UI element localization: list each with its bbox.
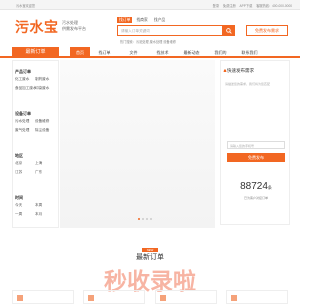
section-title: 最新订单 <box>136 254 164 261</box>
register-link[interactable]: 免费注册 <box>223 4 236 8</box>
sidebar-item[interactable]: 一周 <box>15 212 35 217</box>
sidebar-item[interactable]: 本周 <box>35 203 55 208</box>
order-cards <box>12 290 288 304</box>
search-tab-orders[interactable]: 找订单 <box>117 17 133 23</box>
category-sidebar: 产品订单 化工废水 制药废水 食品加工废水 印染废水 设备订单 污水处理 设备维修 废… <box>12 60 59 228</box>
hero-banner[interactable] <box>60 60 215 228</box>
order-card[interactable] <box>225 290 288 304</box>
sidebar-item[interactable]: 食品加工废水 <box>15 86 37 91</box>
sidebar-item[interactable]: 印染废水 <box>35 86 55 91</box>
sidebar-item[interactable]: 今天 <box>15 203 35 208</box>
welcome-text: 污水宝欢迎您 <box>16 4 36 8</box>
login-link[interactable]: 登录 <box>213 4 219 8</box>
carousel-dot[interactable] <box>138 218 140 220</box>
sidebar-section-time: 时间 今天 本周 一周 本月 <box>15 195 55 221</box>
hot-keywords: 热门搜索：污泥处理 废水处理 设备维修 <box>120 40 176 44</box>
sidebar-item[interactable]: 北京 <box>15 161 35 166</box>
search-tabs: 找订单 找商家 找产品 <box>117 17 168 23</box>
sidebar-section-region: 地区 北京 上海 江苏 广东 <box>15 153 55 179</box>
nav-home[interactable]: 首页 <box>70 47 90 58</box>
nav-find-tech[interactable]: 找技术 <box>148 47 177 58</box>
sidebar-item[interactable]: 废气处理 <box>15 128 35 133</box>
sidebar-item[interactable]: 上海 <box>35 161 55 166</box>
sidebar-item[interactable]: 制药废水 <box>35 77 55 82</box>
hotline-text: 客服热线：400-000-0000 <box>256 4 292 8</box>
order-count-label: 已为客户对接订单 <box>243 196 268 200</box>
nav-news[interactable]: 最新动态 <box>177 47 206 58</box>
carousel-dot[interactable] <box>146 218 148 220</box>
app-download-link[interactable]: APP下载 <box>240 4 253 8</box>
sidebar-section-equipment: 设备订单 污水处理 设备维修 废气处理 除尘设备 <box>15 111 55 137</box>
sidebar-section-title: 设备订单 <box>15 111 31 116</box>
sidebar-section-title: 时间 <box>15 195 23 200</box>
order-count: 88724条 <box>240 181 272 192</box>
new-tag: NEW <box>142 248 158 252</box>
sidebar-item[interactable]: 广东 <box>35 170 55 175</box>
panel-hint: 请描述您的需求，我们将为您匹配 <box>225 82 271 86</box>
top-bar: 污水宝欢迎您 登录 免费注册 APP下载 客服热线：400-000-0000 <box>0 0 300 10</box>
section-header: NEW 最新订单 <box>0 248 300 262</box>
order-card[interactable] <box>83 290 146 304</box>
publish-request-button[interactable]: 免费发布需求 <box>246 25 288 36</box>
sidebar-section-title: 地区 <box>15 153 23 158</box>
phone-input[interactable]: 请输入您的手机号 <box>227 141 285 149</box>
carousel-dot[interactable] <box>150 218 152 220</box>
sidebar-item[interactable]: 本月 <box>35 212 55 217</box>
sidebar-section-products: 产品订单 化工废水 制药废水 食品加工废水 印染废水 <box>15 69 55 95</box>
carousel-dot[interactable] <box>142 218 144 220</box>
search-input[interactable]: 请输入订单关键词 <box>117 25 223 36</box>
nav-files[interactable]: 文件 <box>119 47 148 58</box>
top-links: 登录 免费注册 APP下载 客服热线：400-000-0000 <box>210 3 292 8</box>
search-button[interactable] <box>223 25 235 36</box>
search-tab-merchants[interactable]: 找商家 <box>134 17 149 23</box>
sidebar-item[interactable]: 污水处理 <box>15 119 35 124</box>
logo-subtitle: 污水处理 供需发布平台 <box>62 20 86 31</box>
sidebar-section-title: 产品订单 <box>15 69 31 74</box>
free-publish-button[interactable]: 免费发布 <box>227 153 285 162</box>
search-tab-products[interactable]: 找产品 <box>152 17 167 23</box>
nav-contact[interactable]: 联系我们 <box>235 47 264 58</box>
sidebar-item[interactable]: 化工废水 <box>15 77 35 82</box>
nav-about[interactable]: 我们的 <box>206 47 235 58</box>
quick-publish-panel: 快速发布需求 请描述您的需求，我们将为您匹配 请输入您的手机号 免费发布 887… <box>220 60 290 225</box>
sidebar-item[interactable]: 江苏 <box>15 170 35 175</box>
panel-title: 快速发布需求 <box>227 68 254 73</box>
site-logo[interactable]: 污水宝 <box>15 17 59 37</box>
category-menu-button[interactable]: 最新订单 <box>12 47 59 58</box>
nav-find-orders[interactable]: 找订单 <box>90 47 119 58</box>
main-nav: 最新订单 首页 找订单 文件 找技术 最新动态 我们的 联系我们 <box>0 47 300 58</box>
carousel-dots <box>138 218 154 220</box>
order-card[interactable] <box>12 290 74 304</box>
order-card[interactable] <box>154 290 217 304</box>
search-icon <box>226 27 232 34</box>
sidebar-item[interactable]: 除尘设备 <box>35 128 55 133</box>
sidebar-item[interactable]: 设备维修 <box>35 119 55 124</box>
